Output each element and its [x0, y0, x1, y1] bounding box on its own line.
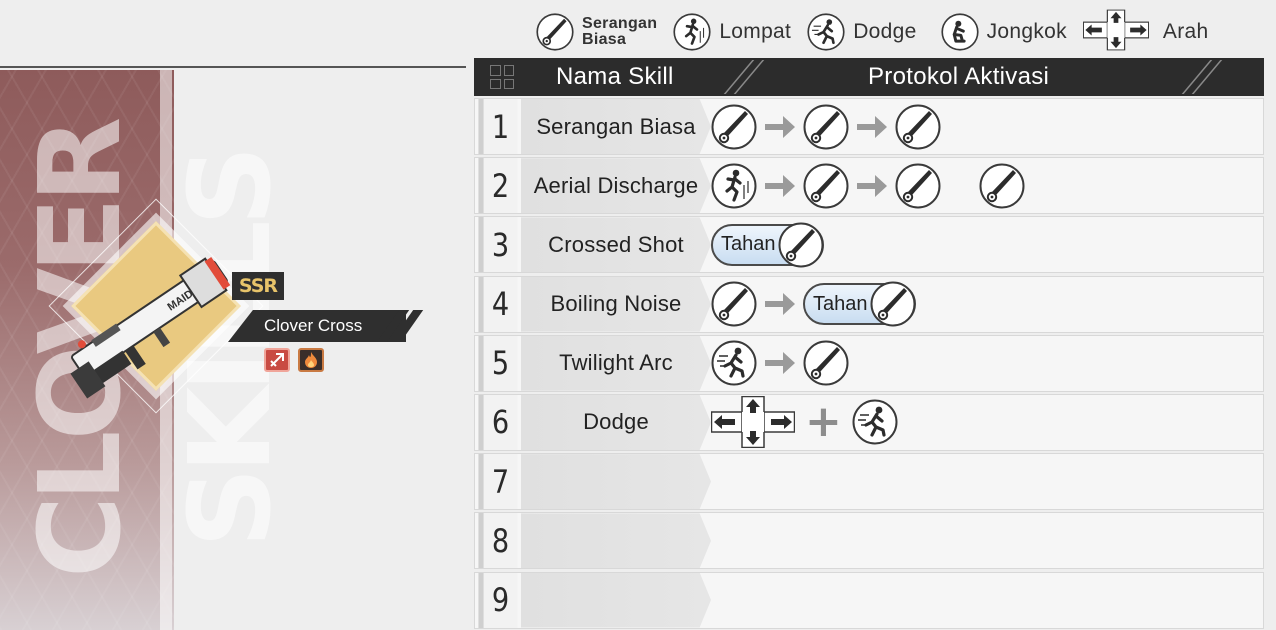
next-arrow-icon — [855, 112, 889, 142]
row-number: 4 — [478, 276, 518, 332]
skill-name: Serangan Biasa — [536, 113, 696, 139]
row-name-cell: Serangan Biasa — [521, 99, 711, 154]
legend-item-jump: Lompat — [673, 13, 791, 51]
sword-icon — [803, 163, 849, 209]
row-number: 1 — [478, 99, 518, 154]
plus-sign: + — [805, 396, 842, 448]
table-row: 7 — [474, 453, 1264, 511]
table-row: 3 Crossed Shot Tahan — [474, 216, 1264, 274]
activation-sequence: Tahan — [711, 281, 916, 327]
legend-item-direction: Arah — [1083, 9, 1209, 56]
row-name-cell: Crossed Shot — [521, 217, 711, 273]
dpad-icon — [1083, 9, 1149, 56]
table-row: 9 — [474, 571, 1264, 629]
row-number: 8 — [478, 513, 518, 569]
activation-sequence — [711, 104, 941, 150]
row-name-cell: Boiling Noise — [521, 276, 711, 332]
sword-icon — [870, 281, 916, 327]
weapon-image: MAID — [70, 256, 231, 399]
fire-element-icon — [298, 348, 324, 372]
hold-attack-badge: Tahan — [711, 224, 824, 266]
sword-icon — [536, 13, 574, 51]
crouch-icon — [941, 13, 979, 51]
row-name-cell — [521, 454, 711, 510]
table-body: 1 Serangan Biasa 2 Aerial Discharge 3 Crossed… — [474, 98, 1264, 629]
legend-label-attack-line1: Serangan — [582, 15, 658, 32]
legend-label-dodge: Dodge — [853, 20, 917, 43]
skill-name: Twilight Arc — [559, 350, 673, 376]
table-row: 1 Serangan Biasa — [474, 98, 1264, 155]
next-arrow-icon — [763, 289, 797, 319]
skills-table: Nama Skill Protokol Aktivasi 1 Serangan B… — [474, 58, 1264, 630]
header-skill-name: Nama Skill — [556, 63, 674, 90]
sword-icon — [979, 163, 1025, 209]
dodge-icon — [852, 399, 898, 445]
legend-label-jump: Lompat — [719, 20, 792, 43]
row-number: 5 — [478, 335, 518, 391]
row-number: 2 — [478, 158, 518, 214]
next-arrow-icon — [763, 112, 797, 142]
legend-label-attack-line2: Biasa — [582, 31, 627, 48]
weapon-badges — [264, 348, 324, 372]
next-arrow-icon — [855, 171, 889, 201]
dpad-icon — [711, 396, 795, 448]
activation-sequence — [711, 163, 1025, 209]
hold-attack-badge: Tahan — [803, 283, 916, 325]
header-activation-protocol: Protokol Aktivasi — [868, 63, 1050, 90]
next-arrow-icon — [763, 348, 797, 378]
legend-item-dodge: Dodge — [807, 13, 916, 51]
divider-line — [0, 66, 466, 68]
skill-name: Dodge — [583, 409, 649, 435]
row-number: 3 — [478, 217, 518, 273]
jump-icon — [673, 13, 711, 51]
table-row: 2 Aerial Discharge — [474, 157, 1264, 215]
sword-icon — [778, 222, 824, 268]
skill-type-icon — [264, 348, 290, 372]
sword-icon — [895, 104, 941, 150]
skill-name: Crossed Shot — [548, 231, 684, 257]
row-name-cell: Aerial Discharge — [521, 158, 711, 214]
legend-label-crouch: Jongkok — [986, 20, 1067, 43]
legend-item-crouch: Jongkok — [941, 13, 1067, 51]
control-legend: Serangan Biasa Lompat Dodge Jongkok Arah — [536, 8, 1208, 56]
weapon-panel: CLOVER SKILLS MAID SSR Clover Cross — [0, 70, 470, 630]
sword-icon — [711, 281, 757, 327]
row-number: 9 — [478, 572, 518, 628]
jump-icon — [711, 163, 757, 209]
row-number: 7 — [478, 454, 518, 510]
skill-name: Boiling Noise — [550, 291, 682, 317]
dodge-icon — [711, 340, 757, 386]
legend-label-attack: Serangan Biasa — [582, 16, 657, 48]
sword-icon — [803, 104, 849, 150]
sword-icon — [711, 104, 757, 150]
table-row: 5 Twilight Arc — [474, 334, 1264, 392]
grid-icon — [490, 65, 514, 89]
table-row: 6 Dodge + — [474, 393, 1264, 451]
hold-label: Tahan — [721, 233, 776, 256]
hold-label: Tahan — [813, 292, 868, 315]
activation-sequence — [711, 340, 849, 386]
skill-name: Aerial Discharge — [533, 172, 699, 198]
activation-sequence: + — [711, 396, 898, 448]
legend-item-attack: Serangan Biasa — [536, 13, 657, 51]
row-name-cell — [521, 513, 711, 569]
row-name-cell — [521, 572, 711, 628]
table-row: 4 Boiling Noise Tahan — [474, 275, 1264, 333]
row-name-cell: Twilight Arc — [521, 335, 711, 391]
legend-label-direction: Arah — [1162, 20, 1209, 43]
sword-icon — [803, 340, 849, 386]
next-arrow-icon — [763, 171, 797, 201]
row-number: 6 — [478, 394, 518, 450]
activation-sequence: Tahan — [711, 224, 824, 266]
row-name-cell: Dodge — [521, 394, 711, 450]
table-header: Nama Skill Protokol Aktivasi — [474, 58, 1264, 96]
dodge-icon — [807, 13, 845, 51]
rarity-badge: SSR — [232, 272, 284, 300]
table-row: 8 — [474, 512, 1264, 570]
sword-icon — [895, 163, 941, 209]
